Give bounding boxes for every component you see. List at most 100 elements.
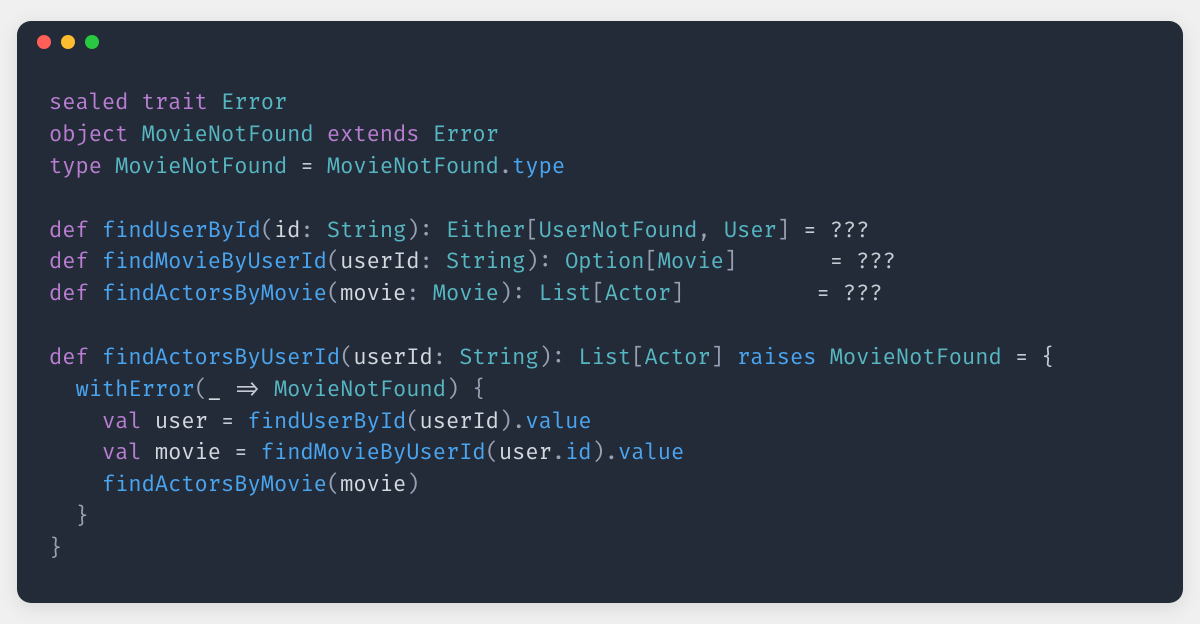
code-token: movie — [340, 280, 406, 307]
code-token: String — [446, 248, 525, 275]
code-token: UserNotFound — [539, 217, 698, 244]
code-token: = ??? — [830, 248, 896, 275]
code-token: ] — [724, 248, 817, 275]
code-token: ( — [261, 217, 274, 244]
code-token: def — [49, 217, 89, 244]
code-token: String — [327, 217, 406, 244]
code-token: Either — [446, 217, 525, 244]
code-token: type — [512, 153, 565, 180]
code-token — [49, 376, 75, 403]
code-token: ). — [499, 408, 525, 435]
code-token — [49, 471, 102, 498]
code-token: List — [539, 280, 592, 307]
code-token: def — [49, 248, 89, 275]
code-token: : — [406, 280, 419, 307]
code-token — [49, 408, 102, 435]
code-token: extends — [327, 121, 420, 148]
code-token: [ — [631, 344, 644, 371]
code-token: MovieNotFound — [274, 376, 446, 403]
code-token: userId — [353, 344, 432, 371]
code-token — [49, 439, 102, 466]
code-token: . — [552, 439, 565, 466]
code-token: trait — [142, 89, 208, 116]
code-token: id — [565, 439, 591, 466]
code-token: user — [499, 439, 552, 466]
code-token: _ — [208, 376, 221, 403]
code-token: ( — [327, 471, 340, 498]
code-token: } — [49, 535, 62, 562]
code-token: val — [102, 408, 142, 435]
code-token: raises — [737, 344, 816, 371]
code-token: : — [433, 344, 446, 371]
code-token: userId — [340, 248, 419, 275]
code-token: findUserById — [102, 217, 261, 244]
code-token: = ??? — [816, 280, 882, 307]
code-token: : — [420, 248, 433, 275]
code-token: movie — [155, 439, 221, 466]
code-token: sealed — [49, 89, 128, 116]
code-token: MovieNotFound — [327, 153, 499, 180]
code-token: ( — [327, 248, 340, 275]
code-token: = — [300, 153, 313, 180]
code-token: userId — [420, 408, 499, 435]
code-token — [49, 503, 75, 530]
code-token: withError — [75, 376, 194, 403]
code-token: findMovieByUserId — [102, 248, 327, 275]
code-token: user — [155, 408, 208, 435]
code-token: findActorsByMovie — [102, 280, 327, 307]
code-token: Movie — [658, 248, 724, 275]
code-token: findActorsByUserId — [102, 344, 340, 371]
code-token: User — [724, 217, 777, 244]
code-token: findActorsByMovie — [102, 471, 327, 498]
code-token: ): — [499, 280, 525, 307]
code-token: MovieNotFound — [142, 121, 314, 148]
code-token: = — [221, 408, 234, 435]
minimize-icon[interactable] — [61, 35, 75, 49]
code-area[interactable]: sealed trait Error object MovieNotFound … — [17, 63, 1183, 602]
code-token: Movie — [433, 280, 499, 307]
code-token: movie — [340, 471, 406, 498]
code-token: : — [300, 217, 313, 244]
code-token: def — [49, 344, 89, 371]
code-token: ] — [777, 217, 790, 244]
code-token: = { — [1015, 344, 1055, 371]
close-icon[interactable] — [37, 35, 51, 49]
code-token: Error — [433, 121, 499, 148]
code-token: Actor — [644, 344, 710, 371]
code-token: ] — [711, 344, 724, 371]
code-token: def — [49, 280, 89, 307]
code-token: ( — [327, 280, 340, 307]
code-token: ) — [406, 471, 419, 498]
code-token: ): — [525, 248, 551, 275]
code-token: = — [234, 439, 247, 466]
code-token: ] — [671, 280, 803, 307]
code-token: , — [697, 217, 710, 244]
code-token: value — [525, 408, 591, 435]
code-token: ). — [592, 439, 618, 466]
titlebar — [17, 21, 1183, 63]
code-token: ( — [406, 408, 419, 435]
code-token: List — [578, 344, 631, 371]
editor-window: sealed trait Error object MovieNotFound … — [17, 21, 1183, 602]
code-token: Error — [221, 89, 287, 116]
code-token: MovieNotFound — [830, 344, 1002, 371]
code-token: val — [102, 439, 142, 466]
code-token: => — [234, 376, 260, 403]
code-token: MovieNotFound — [115, 153, 287, 180]
code-token: String — [459, 344, 538, 371]
code-token: value — [618, 439, 684, 466]
code-token: } — [75, 503, 88, 530]
code-token: [ — [525, 217, 538, 244]
code-token: type — [49, 153, 102, 180]
code-token: ): — [406, 217, 432, 244]
code-token: ( — [195, 376, 208, 403]
code-token: ): — [539, 344, 565, 371]
code-token: Actor — [605, 280, 671, 307]
code-token: Option — [565, 248, 644, 275]
code-token: [ — [644, 248, 657, 275]
code-token: = ??? — [803, 217, 869, 244]
code-token: object — [49, 121, 128, 148]
maximize-icon[interactable] — [85, 35, 99, 49]
code-token: ( — [340, 344, 353, 371]
code-token: findMovieByUserId — [261, 439, 486, 466]
